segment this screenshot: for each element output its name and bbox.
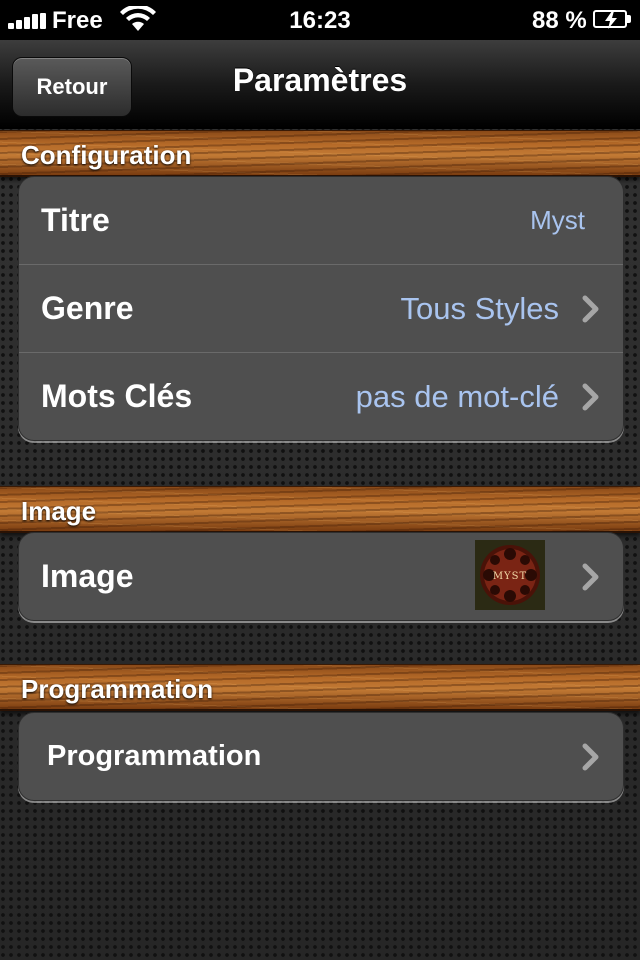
programmation-group: Programmation (18, 712, 624, 801)
svg-text:MYST: MYST (493, 571, 527, 582)
row-label: Programmation (47, 740, 262, 772)
row-value: Tous Styles (400, 291, 559, 326)
row-label: Mots Clés (41, 378, 193, 414)
chevron-right-icon (582, 383, 599, 411)
row-label: Image (41, 558, 134, 594)
chevron-right-icon (582, 295, 599, 323)
row-programmation[interactable]: Programmation (19, 713, 623, 800)
navigation-bar: Retour Paramètres (0, 40, 640, 129)
row-titre[interactable]: Titre Myst (19, 177, 623, 265)
page-title: Paramètres (232, 62, 408, 98)
section-header-label: Image (21, 496, 97, 526)
row-value: Myst (530, 205, 585, 235)
battery-tip (627, 15, 631, 23)
status-bar: Free 16:23 88 % (0, 0, 640, 40)
battery-charging-icon (593, 10, 627, 29)
row-value: pas de mot-clé (355, 379, 559, 414)
section-header-image: Image (0, 486, 640, 533)
row-image[interactable]: Image MYST (19, 533, 623, 620)
row-genre[interactable]: Genre Tous Styles (19, 265, 623, 353)
section-header-configuration: Configuration (0, 130, 640, 177)
chevron-right-icon (582, 743, 599, 771)
battery-percentage: 88 % (532, 7, 587, 34)
chevron-right-icon (582, 563, 599, 591)
image-group: Image MYST (18, 532, 624, 621)
myst-thumbnail-image: MYST (475, 540, 545, 610)
section-header-label: Programmation (21, 674, 214, 704)
row-label: Titre (41, 202, 110, 238)
configuration-group: Titre Myst Genre Tous Styles Mots Clés p… (18, 176, 624, 441)
section-header-label: Configuration (21, 140, 192, 170)
section-header-programmation: Programmation (0, 664, 640, 711)
row-mots-cles[interactable]: Mots Clés pas de mot-clé (19, 353, 623, 440)
row-label: Genre (41, 290, 134, 326)
